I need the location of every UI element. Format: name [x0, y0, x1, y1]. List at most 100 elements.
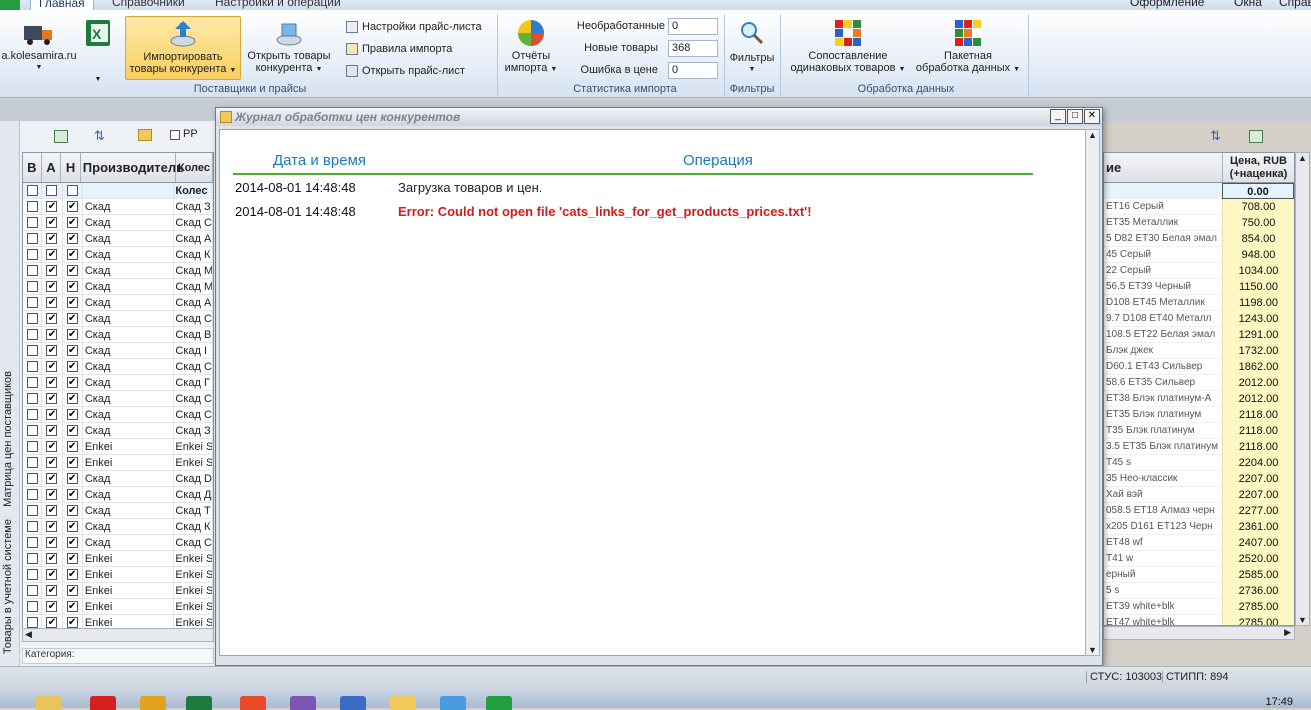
price-grid-horizontal-scrollbar[interactable]: ▶ — [1103, 626, 1295, 640]
table-row[interactable]: D108 ET45 Металлик 1198.00 — [1104, 294, 1294, 311]
row-checkbox-v[interactable] — [26, 441, 38, 452]
row-checkbox-v[interactable] — [26, 249, 38, 260]
table-row[interactable]: ✔ ✔ Скад Скад М — [23, 262, 213, 279]
row-checkbox-v[interactable] — [26, 521, 38, 532]
row-checkbox-v[interactable] — [26, 601, 38, 612]
row-checkbox-v[interactable] — [26, 233, 38, 244]
row-checkbox-a[interactable]: ✔ — [46, 249, 58, 260]
row-checkbox-n[interactable]: ✔ — [66, 617, 78, 628]
row-checkbox-a[interactable]: ✔ — [46, 329, 58, 340]
table-row[interactable]: ET39 white+blk 2785.00 — [1104, 598, 1294, 615]
row-checkbox-v[interactable] — [26, 361, 38, 372]
row-checkbox-v[interactable] — [26, 217, 38, 228]
table-row[interactable]: Блэк джек 1732.00 — [1104, 342, 1294, 359]
table-row[interactable]: ✔ ✔ Скад Скад С — [23, 406, 213, 423]
refresh-icon[interactable]: ⇅ — [1210, 128, 1221, 144]
table-row[interactable]: ✔ ✔ Enkei Enkei S — [23, 598, 213, 615]
table-row[interactable]: ✔ ✔ Enkei Enkei S — [23, 566, 213, 583]
row-checkbox-a[interactable]: ✔ — [46, 569, 58, 580]
table-row[interactable]: x205 D161 ET123 Черн 2361.00 — [1104, 518, 1294, 535]
table-row[interactable]: 22 Серый 1034.00 — [1104, 262, 1294, 279]
table-row[interactable]: ✔ ✔ Скад Скад С — [23, 214, 213, 231]
row-checkbox-v[interactable] — [26, 585, 38, 596]
table-row[interactable]: ✔ ✔ Скад Скад М — [23, 278, 213, 295]
table-row[interactable]: ET48 wf 2407.00 — [1104, 534, 1294, 551]
row-checkbox-n[interactable]: ✔ — [66, 569, 78, 580]
table-row[interactable]: ✔ ✔ Скад Скад Г — [23, 374, 213, 391]
import-reports-button[interactable]: Отчёты импорта ▼ — [500, 16, 562, 80]
col-header-price[interactable]: Цена, RUB (+наценка) — [1222, 153, 1294, 182]
table-row[interactable]: 5 s 2736.00 — [1104, 582, 1294, 599]
supplier-button[interactable]: a.kolesamira.ru ▼ — [0, 14, 78, 80]
row-checkbox-v[interactable] — [26, 537, 38, 548]
tab-main[interactable]: Главная — [30, 0, 94, 10]
table-row[interactable]: ерный 2585.00 — [1104, 566, 1294, 583]
row-checkbox-n[interactable]: ✔ — [66, 329, 78, 340]
pp-checkbox[interactable] — [170, 130, 180, 140]
row-checkbox-n[interactable]: ✔ — [66, 409, 78, 420]
tab-accounting-goods[interactable]: Товары в учетной системе — [2, 519, 14, 654]
row-checkbox-v[interactable] — [26, 377, 38, 388]
row-checkbox-a[interactable]: ✔ — [46, 265, 58, 276]
row-checkbox-v[interactable] — [26, 489, 38, 500]
table-row[interactable]: ✔ ✔ Enkei Enkei S — [23, 582, 213, 599]
row-checkbox-v[interactable] — [26, 569, 38, 580]
table-row[interactable]: ✔ ✔ Скад Скад Д — [23, 486, 213, 503]
row-checkbox-a[interactable]: ✔ — [46, 553, 58, 564]
scroll-up-icon[interactable]: ▲ — [1088, 130, 1097, 140]
row-checkbox-n[interactable]: ✔ — [66, 217, 78, 228]
table-row[interactable]: 35 Нео-классик 2207.00 — [1104, 470, 1294, 487]
import-rules-button[interactable]: Правила импорта — [346, 41, 452, 57]
table-row[interactable]: ✔ ✔ Скад Скад С — [23, 534, 213, 551]
dialog-titlebar[interactable]: Журнал обработки цен конкурентов — [216, 108, 1102, 126]
col-header-maker[interactable]: Производитель — [81, 153, 184, 182]
filter-model-cell[interactable]: Колес — [174, 182, 213, 199]
row-checkbox-n[interactable]: ✔ — [66, 553, 78, 564]
table-row[interactable]: ✔ ✔ Скад Скад В — [23, 326, 213, 343]
row-checkbox-v[interactable] — [26, 201, 38, 212]
folder-icon[interactable] — [138, 129, 152, 141]
table-row[interactable]: ✔ ✔ Скад Скад З — [23, 198, 213, 215]
row-checkbox-n[interactable]: ✔ — [66, 265, 78, 276]
col-header-v[interactable]: В — [23, 153, 42, 182]
scroll-right-icon[interactable]: ▶ — [1284, 627, 1291, 638]
table-row[interactable]: ET47 white+blk 2785.00 — [1104, 614, 1294, 625]
open-competitor-button[interactable]: Открыть товары конкурента ▼ — [243, 16, 335, 80]
row-checkbox-n[interactable]: ✔ — [66, 377, 78, 388]
table-row[interactable]: T35 Блэк платинум 2118.00 — [1104, 422, 1294, 439]
row-checkbox-a[interactable]: ✔ — [46, 345, 58, 356]
row-checkbox-n[interactable]: ✔ — [66, 281, 78, 292]
table-row[interactable]: ✔ ✔ Enkei Enkei S — [23, 454, 213, 471]
tab-settings[interactable]: Настройки и операции — [215, 0, 341, 9]
table-row[interactable]: ET35 Блэк платинум 2118.00 — [1104, 406, 1294, 423]
row-checkbox-n[interactable]: ✔ — [66, 361, 78, 372]
menu-windows[interactable]: Окна — [1234, 0, 1262, 9]
row-checkbox-n[interactable]: ✔ — [66, 505, 78, 516]
refresh-icon[interactable]: ⇅ — [94, 128, 110, 144]
row-checkbox-v[interactable] — [26, 505, 38, 516]
table-row[interactable]: 58.6 ET35 Сильвер 2012.00 — [1104, 374, 1294, 391]
row-checkbox-a[interactable]: ✔ — [46, 585, 58, 596]
tab-reference[interactable]: Справочники — [112, 0, 185, 9]
table-row[interactable]: T45 s 2204.00 — [1104, 454, 1294, 471]
filter-checkbox-v[interactable] — [26, 185, 38, 196]
row-checkbox-n[interactable]: ✔ — [66, 457, 78, 468]
row-checkbox-a[interactable]: ✔ — [46, 297, 58, 308]
row-checkbox-n[interactable]: ✔ — [66, 441, 78, 452]
price-error-field[interactable]: 0 — [668, 62, 718, 79]
table-row[interactable]: ET38 Блэк платинум-А 2012.00 — [1104, 390, 1294, 407]
table-row[interactable]: 5 D82 ET30 Белая эмал 854.00 — [1104, 230, 1294, 247]
filters-button[interactable]: Фильтры ▼ — [726, 16, 778, 80]
filter-maker-cell[interactable] — [83, 182, 175, 199]
row-checkbox-v[interactable] — [26, 425, 38, 436]
export-icon[interactable] — [1249, 130, 1263, 143]
row-checkbox-a[interactable]: ✔ — [46, 537, 58, 548]
table-row[interactable]: ✔ ✔ Скад Скад С — [23, 390, 213, 407]
table-row[interactable]: ✔ ✔ Скад Скад А — [23, 294, 213, 311]
row-checkbox-a[interactable]: ✔ — [46, 377, 58, 388]
row-checkbox-v[interactable] — [26, 329, 38, 340]
row-checkbox-a[interactable]: ✔ — [46, 505, 58, 516]
table-row[interactable]: 56.5 ET39 Черный 1150.00 — [1104, 278, 1294, 295]
row-checkbox-a[interactable]: ✔ — [46, 233, 58, 244]
row-checkbox-n[interactable]: ✔ — [66, 601, 78, 612]
